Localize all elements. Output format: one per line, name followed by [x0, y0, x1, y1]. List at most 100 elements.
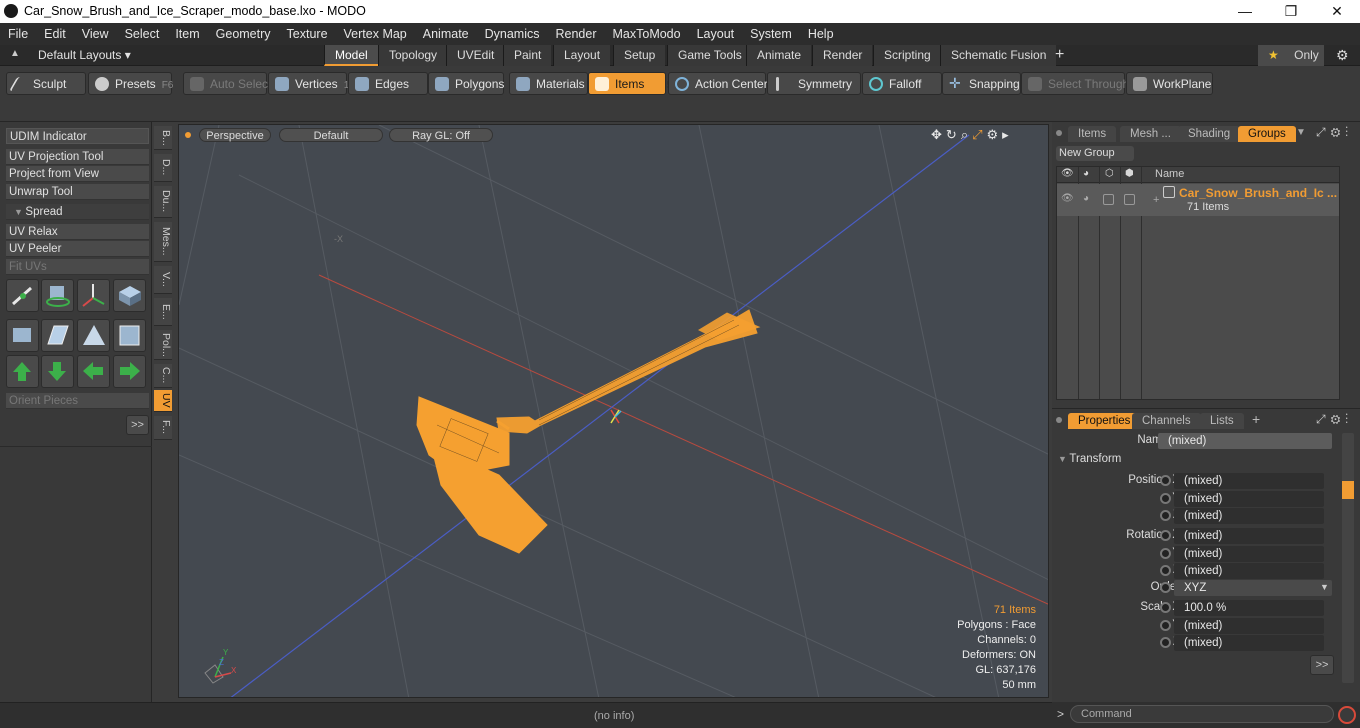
- uv-grid-icon[interactable]: [41, 319, 74, 352]
- command-input[interactable]: Command: [1070, 705, 1334, 723]
- rotation-y-field[interactable]: (mixed): [1174, 546, 1324, 562]
- menu-vertex-map[interactable]: Vertex Map: [336, 23, 415, 45]
- new-group-button[interactable]: New Group: [1056, 146, 1134, 161]
- arrow-right-icon[interactable]: [113, 355, 146, 388]
- polygons-button[interactable]: Polygons: [428, 72, 504, 95]
- tab-scripting[interactable]: Scripting: [873, 45, 941, 66]
- uv-scale-tool-icon[interactable]: [77, 279, 110, 312]
- tab-animate[interactable]: Animate: [746, 45, 812, 66]
- arrow-down-icon[interactable]: [41, 355, 74, 388]
- zoom-icon[interactable]: ⌕: [961, 127, 972, 142]
- vtab-du[interactable]: Du...: [154, 186, 172, 218]
- position-y-field[interactable]: (mixed): [1174, 491, 1324, 507]
- close-button[interactable]: ✕: [1314, 0, 1360, 23]
- scale-x-field[interactable]: 100.0 %: [1174, 600, 1324, 616]
- expand-group-icon[interactable]: +: [1153, 194, 1159, 206]
- rotation-x-field[interactable]: (mixed): [1174, 528, 1324, 544]
- menu-view[interactable]: View: [74, 23, 117, 45]
- vtab-v[interactable]: V...: [154, 266, 172, 294]
- name-field[interactable]: (mixed): [1158, 433, 1332, 449]
- fit-uvs-button[interactable]: Fit UVs: [6, 259, 149, 275]
- more-tools-button[interactable]: >>: [126, 415, 149, 435]
- groups-dropdown-icon[interactable]: ▼: [1296, 127, 1306, 138]
- tab-shading[interactable]: Shading: [1178, 126, 1241, 142]
- presets-button[interactable]: Presets F6: [88, 72, 173, 95]
- action-center-button[interactable]: Action Center: [668, 72, 768, 95]
- maximize-viewport-icon[interactable]: ⤢: [972, 127, 986, 142]
- tab-uvedit[interactable]: UVEdit: [446, 45, 505, 66]
- vtab-e[interactable]: E...: [154, 298, 172, 326]
- uv-peeler-button[interactable]: UV Peeler: [6, 241, 149, 257]
- order-dropdown[interactable]: XYZ: [1174, 580, 1332, 596]
- symmetry-button[interactable]: Symmetry: [767, 72, 861, 95]
- groups-menu-dot-icon[interactable]: [1056, 130, 1062, 136]
- add-properties-tab-icon[interactable]: +: [1252, 411, 1260, 427]
- items-button[interactable]: Items5: [588, 72, 672, 95]
- default-layouts-dropdown[interactable]: Default Layouts ▾: [38, 48, 131, 62]
- uv-transform-tool-icon[interactable]: [113, 279, 146, 312]
- menu-maxtomodo[interactable]: MaxToModo: [605, 23, 689, 45]
- group-lock-checkbox[interactable]: [1103, 194, 1114, 205]
- arrow-left-icon[interactable]: [77, 355, 110, 388]
- tab-items[interactable]: Items: [1068, 126, 1117, 142]
- viewport-settings-icon[interactable]: ⚙: [987, 127, 1003, 142]
- raygl-toggle[interactable]: Ray GL: Off: [389, 128, 493, 142]
- 3d-viewport[interactable]: -X Y X Z Perspective Default Ray GL: Off…: [178, 124, 1049, 698]
- gear-icon[interactable]: ⚙: [1336, 47, 1349, 64]
- menu-edit[interactable]: Edit: [36, 23, 74, 45]
- tab-setup[interactable]: Setup: [613, 45, 666, 66]
- tab-mesh[interactable]: Mesh ...: [1120, 126, 1181, 142]
- vtab-b[interactable]: B...: [154, 126, 172, 150]
- tab-properties[interactable]: Properties: [1068, 413, 1141, 429]
- menu-select[interactable]: Select: [117, 23, 168, 45]
- rotation-y-key-icon[interactable]: [1160, 548, 1171, 559]
- minimize-button[interactable]: —: [1222, 0, 1268, 23]
- scale-y-field[interactable]: (mixed): [1174, 618, 1324, 634]
- layout-expand-icon[interactable]: ▲: [10, 48, 22, 62]
- rotation-x-key-icon[interactable]: [1160, 530, 1171, 541]
- uv-relax-button[interactable]: UV Relax: [6, 224, 149, 240]
- tab-channels[interactable]: Channels: [1132, 413, 1201, 429]
- auto-select-button[interactable]: Auto Select: [183, 72, 271, 95]
- rotation-z-key-icon[interactable]: [1160, 565, 1171, 576]
- order-chevron-down-icon[interactable]: ▼: [1320, 582, 1329, 592]
- rotation-z-field[interactable]: (mixed): [1174, 563, 1324, 579]
- tab-model[interactable]: Model: [324, 45, 378, 66]
- properties-window-icons[interactable]: ⤢⚙⋮: [1316, 412, 1353, 427]
- menu-file[interactable]: File: [0, 23, 36, 45]
- tab-render[interactable]: Render: [812, 45, 873, 66]
- tab-topology[interactable]: Topology: [378, 45, 448, 66]
- project-from-view-button[interactable]: Project from View: [6, 166, 149, 182]
- group-select-checkbox[interactable]: [1124, 194, 1135, 205]
- position-y-key-icon[interactable]: [1160, 493, 1171, 504]
- unwrap-tool-button[interactable]: Unwrap Tool: [6, 184, 149, 200]
- position-x-field[interactable]: (mixed): [1174, 473, 1324, 489]
- viewport-menu-dot-icon[interactable]: [185, 132, 191, 138]
- vtab-c[interactable]: C...: [154, 364, 172, 388]
- tab-groups[interactable]: Groups: [1238, 126, 1296, 142]
- vertices-button[interactable]: Vertices 1: [268, 72, 349, 95]
- viewport-nav-icons[interactable]: ✥↻⌕⤢⚙▸: [931, 127, 1013, 143]
- name-column-header[interactable]: Name: [1155, 168, 1184, 180]
- group-visibility-icon[interactable]: 👁: [1061, 193, 1074, 204]
- shading-default-dropdown[interactable]: Default: [279, 128, 383, 142]
- udim-indicator-button[interactable]: UDIM Indicator: [6, 128, 149, 144]
- properties-side-tab[interactable]: [1342, 481, 1354, 499]
- tab-paint[interactable]: Paint: [503, 45, 552, 66]
- only-toggle[interactable]: ★ Only: [1258, 45, 1324, 66]
- uv-rotate-tool-icon[interactable]: [41, 279, 74, 312]
- uv-projection-tool-button[interactable]: UV Projection Tool: [6, 149, 149, 165]
- scale-z-key-icon[interactable]: [1160, 637, 1171, 648]
- spread-section[interactable]: ▼ Spread: [6, 204, 149, 220]
- workplane-button[interactable]: WorkPlane: [1126, 72, 1213, 95]
- tab-layout[interactable]: Layout: [553, 45, 611, 66]
- menu-dynamics[interactable]: Dynamics: [477, 23, 548, 45]
- menu-item[interactable]: Item: [167, 23, 207, 45]
- vtab-d[interactable]: D...: [154, 154, 172, 182]
- perspective-dropdown[interactable]: Perspective: [199, 128, 271, 142]
- snapping-button[interactable]: ✛ Snapping: [942, 72, 1021, 95]
- add-layout-icon[interactable]: +: [1055, 46, 1064, 64]
- position-z-key-icon[interactable]: [1160, 510, 1171, 521]
- menu-animate[interactable]: Animate: [415, 23, 477, 45]
- viewport-arrow-icon[interactable]: ▸: [1002, 127, 1013, 142]
